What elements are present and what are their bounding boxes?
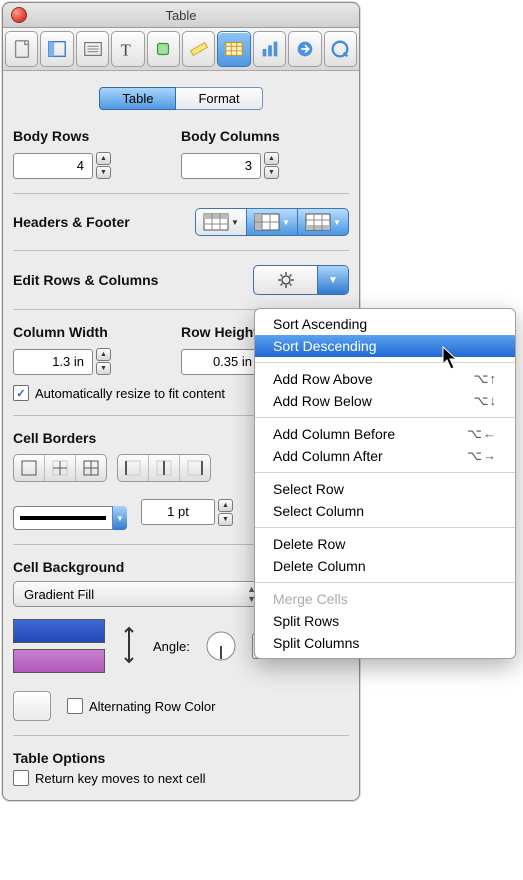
alt-row-color-swatch[interactable] — [13, 691, 51, 721]
menu-split-rows[interactable]: Split Rows — [255, 610, 515, 632]
border-vcenter[interactable] — [149, 455, 180, 481]
tab-format[interactable]: Format — [176, 87, 262, 110]
headers-footer-label: Headers & Footer — [13, 214, 130, 230]
gradient-color-2[interactable] — [13, 649, 105, 673]
menu-split-cols[interactable]: Split Columns — [255, 632, 515, 654]
edit-rows-cols-menu-button[interactable]: ▼ — [253, 265, 349, 295]
menu-select-row[interactable]: Select Row — [255, 478, 515, 500]
header-row-button[interactable]: ▼ — [196, 209, 247, 235]
menu-add-row-below[interactable]: Add Row Below⌥↓ — [255, 390, 515, 412]
angle-label: Angle: — [153, 639, 190, 654]
auto-resize-label: Automatically resize to fit content — [35, 386, 225, 401]
gradient-color-1[interactable] — [13, 619, 105, 643]
layout-inspector-button[interactable] — [40, 31, 73, 67]
angle-dial[interactable] — [204, 629, 238, 663]
menu-merge-cells: Merge Cells — [255, 588, 515, 610]
header-col-button[interactable]: ▼ — [247, 209, 298, 235]
svg-text:T: T — [121, 40, 131, 59]
menu-delete-col[interactable]: Delete Column — [255, 555, 515, 577]
body-columns-label: Body Columns — [181, 128, 349, 144]
table-options-label: Table Options — [13, 750, 349, 766]
column-width-label: Column Width — [13, 324, 181, 340]
menu-add-col-before[interactable]: Add Column Before⌥← — [255, 423, 515, 445]
menu-sort-descending[interactable]: Sort Descending — [255, 335, 515, 357]
menu-add-col-after[interactable]: Add Column After⌥→ — [255, 445, 515, 467]
border-outer[interactable] — [14, 455, 45, 481]
graphic-inspector-button[interactable] — [147, 31, 180, 67]
text-inspector-button[interactable]: T — [111, 31, 144, 67]
body-rows-step-down[interactable]: ▼ — [96, 166, 111, 179]
link-inspector-button[interactable] — [288, 31, 321, 67]
alt-row-checkbox[interactable] — [67, 698, 83, 714]
border-all[interactable] — [76, 455, 106, 481]
body-rows-input[interactable]: 4 — [13, 153, 93, 179]
alt-row-label: Alternating Row Color — [89, 699, 215, 714]
headers-footer-segment[interactable]: ▼ ▼ ▼ — [195, 208, 349, 236]
body-columns-input[interactable]: 3 — [181, 153, 261, 179]
tab-table[interactable]: Table — [99, 87, 176, 110]
gear-icon — [277, 271, 295, 289]
return-key-checkbox[interactable] — [13, 770, 29, 786]
stroke-width-input[interactable]: 1 pt — [141, 499, 215, 525]
document-inspector-button[interactable] — [5, 31, 38, 67]
chevron-down-icon: ▼ — [317, 266, 348, 294]
border-right[interactable] — [180, 455, 210, 481]
menu-select-col[interactable]: Select Column — [255, 500, 515, 522]
body-rows-label: Body Rows — [13, 128, 181, 144]
column-width-step-up[interactable]: ▲ — [96, 348, 111, 361]
window-title: Table — [3, 8, 359, 23]
body-rows-step-up[interactable]: ▲ — [96, 152, 111, 165]
column-width-step-down[interactable]: ▼ — [96, 362, 111, 375]
menu-sort-ascending[interactable]: Sort Ascending — [255, 313, 515, 335]
stroke-style-select[interactable]: ▼ — [13, 506, 127, 530]
wrap-inspector-button[interactable] — [76, 31, 109, 67]
menu-delete-row[interactable]: Delete Row — [255, 533, 515, 555]
background-type-select[interactable]: Gradient Fill ▲▼ — [13, 581, 267, 607]
menu-add-row-above[interactable]: Add Row Above⌥↑ — [255, 368, 515, 390]
body-columns-step-down[interactable]: ▼ — [264, 166, 279, 179]
table-inspector-button[interactable] — [217, 31, 250, 67]
footer-row-button[interactable]: ▼ — [298, 209, 348, 235]
close-window-button[interactable] — [11, 7, 27, 23]
edit-rows-cols-popup-menu: Sort Ascending Sort Descending Add Row A… — [254, 308, 516, 659]
edit-rows-cols-label: Edit Rows & Columns — [13, 272, 158, 288]
column-width-input[interactable]: 1.3 in — [13, 349, 93, 375]
stroke-width-step-up[interactable]: ▲ — [218, 499, 233, 512]
return-key-label: Return key moves to next cell — [35, 771, 206, 786]
metrics-inspector-button[interactable] — [182, 31, 215, 67]
border-left[interactable] — [118, 455, 149, 481]
chart-inspector-button[interactable] — [253, 31, 286, 67]
auto-resize-checkbox[interactable]: ✓ — [13, 385, 29, 401]
border-inner[interactable] — [45, 455, 76, 481]
swap-colors-icon[interactable] — [119, 624, 139, 669]
row-height-input[interactable]: 0.35 in — [181, 349, 261, 375]
stroke-width-step-down[interactable]: ▼ — [218, 513, 233, 526]
quicktime-inspector-button[interactable] — [324, 31, 357, 67]
inspector-toolbar: T — [3, 28, 359, 71]
body-columns-step-up[interactable]: ▲ — [264, 152, 279, 165]
